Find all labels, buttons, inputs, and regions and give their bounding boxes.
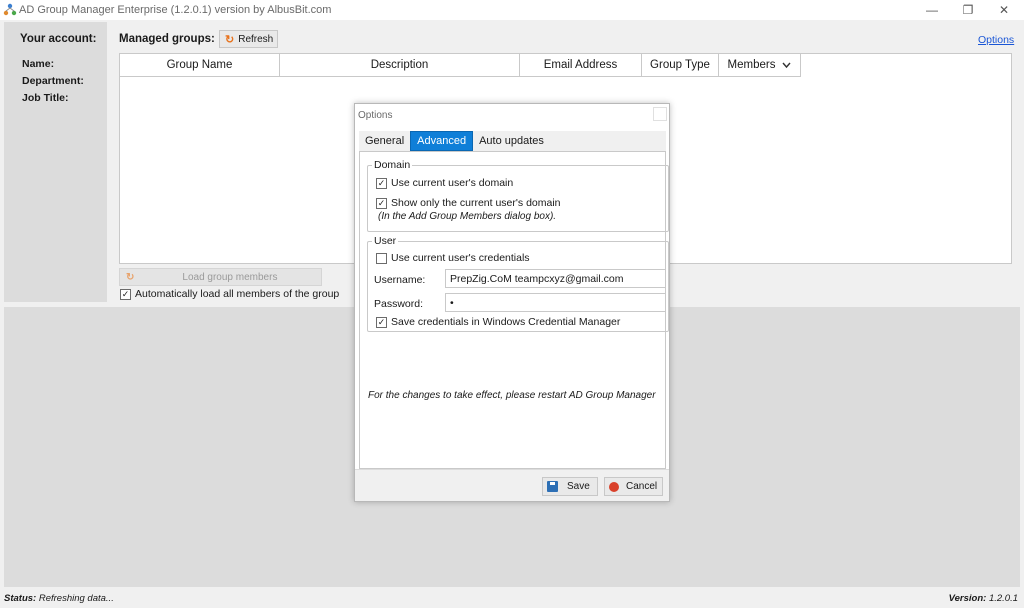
title-bar: AD Group Manager Enterprise (1.2.0.1) ve…	[0, 0, 1024, 20]
dialog-footer: Save Cancel	[355, 469, 669, 501]
column-members-label: Members	[727, 59, 776, 71]
password-label: Password:	[374, 298, 424, 310]
column-group-type[interactable]: Group Type	[642, 54, 719, 77]
job-title-label: Job Title:	[22, 92, 69, 104]
status-value: Refreshing data...	[38, 593, 114, 604]
options-tabs: General Advanced Auto updates	[359, 131, 666, 152]
tab-advanced[interactable]: Advanced	[410, 131, 474, 151]
user-legend: User	[372, 235, 399, 247]
username-label: Username:	[374, 274, 426, 286]
checkbox-empty	[376, 252, 387, 264]
load-group-members-label: Load group members	[182, 271, 278, 283]
app-logo-icon	[3, 3, 17, 16]
user-group: User Use current user's credentials User…	[367, 235, 669, 332]
save-credentials-checkbox[interactable]: ✓ Save credentials in Windows Credential…	[376, 316, 620, 328]
account-panel: Your account: Name: Department: Job Titl…	[4, 22, 107, 302]
save-credentials-label: Save credentials in Windows Credential M…	[391, 316, 621, 328]
advanced-tab-content: Domain ✓ Use current user's domain ✓ Sho…	[359, 152, 669, 469]
chevron-down-icon	[782, 62, 791, 68]
dialog-close-button[interactable]	[653, 107, 667, 121]
column-description[interactable]: Description	[280, 54, 520, 77]
status-text: Status: Refreshing data...	[4, 593, 114, 604]
department-label: Department:	[22, 75, 84, 87]
account-heading: Your account:	[20, 33, 97, 45]
tab-general[interactable]: General	[359, 131, 410, 151]
checkmark-icon: ✓	[376, 316, 387, 328]
dialog-title: Options	[358, 110, 393, 121]
close-button[interactable]: ✕	[986, 0, 1022, 20]
refresh-button[interactable]: ↻ Refresh	[219, 30, 278, 48]
refresh-icon: ↻	[126, 271, 135, 283]
tab-auto-updates[interactable]: Auto updates	[473, 131, 550, 151]
managed-groups-label: Managed groups:	[119, 33, 215, 45]
show-only-domain-label: Show only the current user's domain	[391, 197, 561, 209]
table-header: Group Name Description Email Address Gro…	[120, 54, 801, 77]
column-email-address[interactable]: Email Address	[520, 54, 642, 77]
maximize-button[interactable]: ❐	[950, 0, 986, 20]
use-current-credentials-checkbox[interactable]: Use current user's credentials	[376, 252, 530, 264]
use-current-credentials-label: Use current user's credentials	[391, 252, 530, 264]
refresh-label: Refresh	[238, 33, 274, 45]
checkmark-icon: ✓	[376, 177, 387, 189]
floppy-disk-icon	[547, 481, 558, 492]
save-label: Save	[567, 481, 590, 492]
auto-load-members-checkbox[interactable]: ✓ Automatically load all members of the …	[120, 288, 339, 300]
save-button[interactable]: Save	[542, 477, 598, 496]
restart-note: For the changes to take effect, please r…	[368, 390, 656, 401]
version-text: Version: 1.2.0.1	[949, 593, 1018, 604]
window-title: AD Group Manager Enterprise (1.2.0.1) ve…	[19, 4, 332, 16]
version-label: Version:	[948, 593, 987, 604]
use-current-domain-checkbox[interactable]: ✓ Use current user's domain	[376, 177, 513, 189]
options-dialog: Options General Advanced Auto updates Do…	[354, 103, 670, 502]
auto-load-members-label: Automatically load all members of the gr…	[135, 288, 340, 300]
checkmark-icon: ✓	[120, 288, 131, 300]
version-value: 1.2.0.1	[988, 593, 1018, 604]
use-current-domain-label: Use current user's domain	[391, 177, 514, 189]
cancel-button[interactable]: Cancel	[604, 477, 663, 496]
domain-legend: Domain	[372, 159, 413, 171]
domain-group: Domain ✓ Use current user's domain ✓ Sho…	[367, 159, 669, 232]
refresh-icon: ↻	[225, 33, 235, 46]
status-label: Status:	[4, 593, 37, 604]
name-label: Name:	[22, 58, 55, 70]
username-field[interactable]: PrepZig.CoM teampcxyz@gmail.com	[445, 269, 666, 288]
load-group-members-button[interactable]: ↻ Load group members	[119, 268, 322, 286]
checkmark-icon: ✓	[376, 197, 387, 209]
column-members[interactable]: Members	[719, 54, 801, 77]
cancel-icon	[609, 481, 619, 492]
cancel-label: Cancel	[626, 481, 658, 492]
status-bar: Status: Refreshing data... Version: 1.2.…	[0, 588, 1024, 608]
column-group-name[interactable]: Group Name	[120, 54, 280, 77]
show-only-domain-checkbox[interactable]: ✓ Show only the current user's domain	[376, 197, 561, 209]
options-link[interactable]: Options	[978, 34, 1014, 46]
minimize-button[interactable]: —	[914, 0, 950, 20]
show-only-domain-note: (In the Add Group Members dialog box).	[378, 211, 557, 222]
password-field[interactable]: •	[445, 293, 666, 312]
